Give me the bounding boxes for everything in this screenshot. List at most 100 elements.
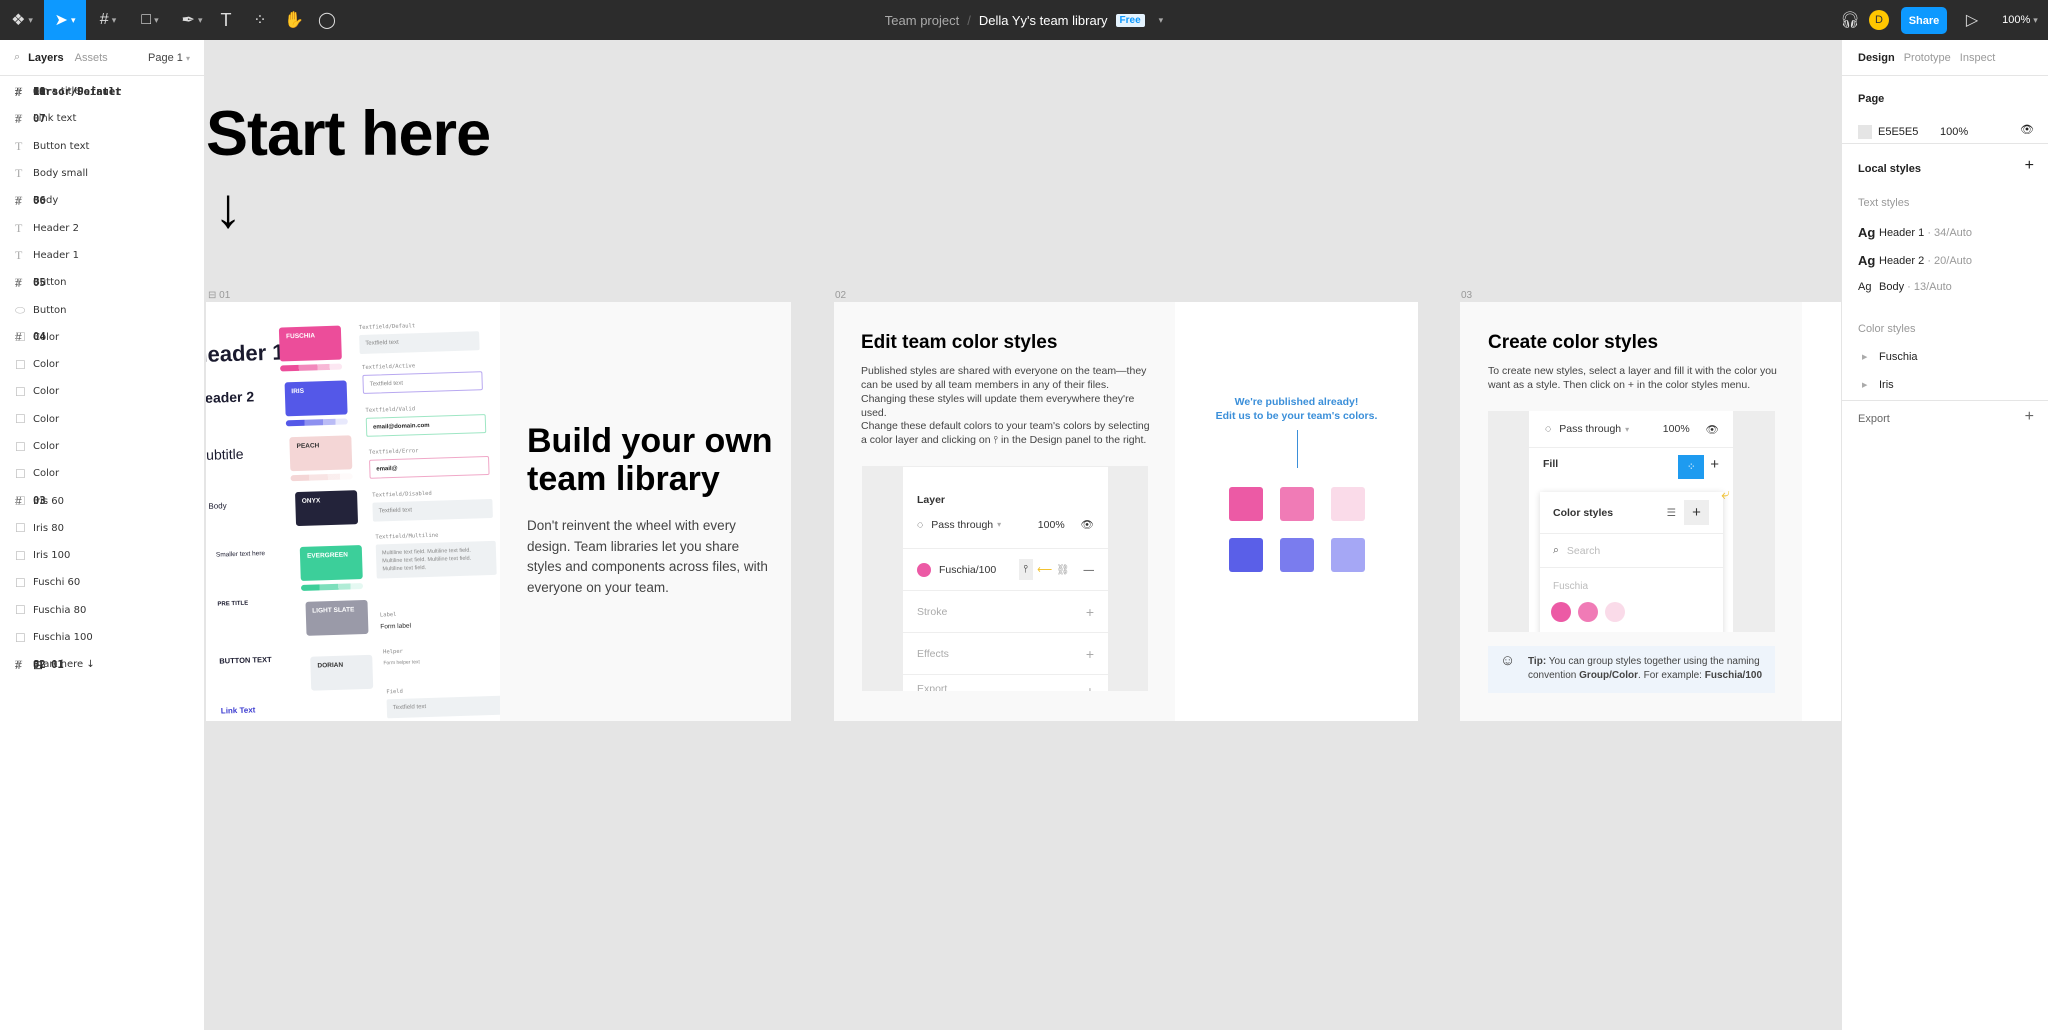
layer-row[interactable]: T Body small bbox=[0, 160, 204, 187]
layer-name: Color bbox=[33, 413, 60, 425]
layer-row[interactable]: ☐ Color bbox=[0, 460, 204, 487]
page-name: Page 1 bbox=[148, 51, 183, 64]
arrow-pointer-icon: ⤶ bbox=[1721, 486, 1730, 503]
frame3-instructions: Create color styles To create new styles… bbox=[1460, 302, 1802, 721]
frame-01[interactable]: Header 1 Header 2 Subtitle Body Smaller text… bbox=[206, 302, 791, 721]
layer-row[interactable]: ☐ Color bbox=[0, 433, 204, 460]
tab-assets[interactable]: Assets bbox=[75, 52, 108, 64]
color-style-group[interactable]: ▶ Iris bbox=[1858, 379, 1894, 391]
layer-row[interactable]: T Start here ↓ bbox=[0, 651, 204, 678]
text-icon: T bbox=[15, 657, 23, 672]
color-card-name: ONYX bbox=[301, 497, 321, 505]
layer-row[interactable]: ☐ Fuschia 100 bbox=[0, 624, 204, 651]
search-icon[interactable]: ⌕ bbox=[14, 51, 20, 64]
layer-row[interactable]: ☐ Color bbox=[0, 351, 204, 378]
layer-name: Button text bbox=[33, 140, 90, 152]
field-value: email@ bbox=[376, 465, 398, 473]
color-swatch[interactable] bbox=[1280, 487, 1314, 521]
frame-label[interactable]: 02 bbox=[835, 290, 846, 301]
type-sample: Link Text bbox=[220, 705, 256, 716]
layer-name: Header 1 bbox=[33, 249, 79, 261]
add-export-button[interactable]: + bbox=[2025, 408, 2034, 426]
text-style-item[interactable]: Ag Header 1 · 34/Auto bbox=[1858, 225, 1972, 240]
eye-icon: 👁︎ bbox=[1080, 519, 1094, 531]
frame-label[interactable]: 03 bbox=[1461, 290, 1472, 301]
text-style-item[interactable]: Ag Body · 13/Auto bbox=[1858, 281, 1952, 293]
page-section-title: Page bbox=[1858, 93, 1885, 105]
arrow-down-icon[interactable]: ↓ bbox=[214, 180, 242, 236]
layer-row[interactable]: ☐ Color bbox=[0, 324, 204, 351]
share-button[interactable]: Share bbox=[1901, 7, 1947, 34]
layer-row[interactable]: ☐ Color bbox=[0, 378, 204, 405]
color-swatch[interactable] bbox=[1331, 538, 1365, 572]
layer-row[interactable]: ☐ Fuschia 80 bbox=[0, 597, 204, 624]
color-card-name: EVERGREEN bbox=[306, 551, 348, 560]
textfield: Textfield text bbox=[372, 498, 493, 522]
file-menu-chevron-icon[interactable]: ▾ bbox=[1159, 15, 1164, 26]
layer-row[interactable]: ☐ Iris 60 bbox=[0, 487, 204, 514]
frame-03[interactable]: Create color styles To create new styles… bbox=[1460, 302, 1841, 721]
eye-icon[interactable]: 👁︎ bbox=[2020, 123, 2034, 136]
color-swatch[interactable] bbox=[1229, 487, 1263, 521]
tab-layers[interactable]: Layers bbox=[28, 52, 63, 64]
color-swatch[interactable] bbox=[1280, 538, 1314, 572]
color-tint-bar bbox=[300, 583, 364, 591]
frame-02[interactable]: Edit team color styles Published styles … bbox=[834, 302, 1418, 721]
add-style-button[interactable]: + bbox=[2025, 157, 2034, 175]
ellipse-icon: ⬭ bbox=[15, 302, 26, 317]
callout-line: Edit us to be your team's colors. bbox=[1215, 410, 1378, 422]
layer-name: Iris 80 bbox=[33, 522, 64, 534]
layer-row[interactable]: ☐ Color bbox=[0, 406, 204, 433]
tip-box: ☺ Tip: You can group styles together usi… bbox=[1488, 646, 1775, 693]
page-color-value[interactable]: E5E5E5 bbox=[1878, 126, 1918, 138]
layer-row[interactable]: T Header 2 bbox=[0, 214, 204, 241]
text-style-item[interactable]: Ag Header 2 · 20/Auto bbox=[1858, 253, 1972, 268]
color-card: FUSCHIA bbox=[278, 325, 342, 362]
file-name[interactable]: Della Yy's team library bbox=[979, 13, 1108, 28]
list-view-icon: ☰ bbox=[1666, 506, 1676, 519]
layer-row[interactable]: ☐ Fuschi 60 bbox=[0, 569, 204, 596]
field-label: Label bbox=[379, 611, 397, 619]
eye-icon: 👁︎ bbox=[1705, 423, 1719, 436]
page-dropdown[interactable]: Page 1 ▾ bbox=[148, 52, 190, 64]
layer-name: Color bbox=[33, 331, 60, 343]
frame-label[interactable]: ⊟ 01 bbox=[208, 290, 230, 301]
page-opacity-value[interactable]: 100% bbox=[1940, 126, 1968, 138]
layer-row[interactable]: T I'm a title bbox=[0, 78, 204, 105]
properties-panel: Design Prototype Inspect Page E5E5E5 100… bbox=[1841, 40, 2048, 1030]
style-dot bbox=[1605, 602, 1625, 622]
avatar[interactable]: D bbox=[1869, 10, 1889, 30]
start-here-title[interactable]: Start here bbox=[206, 98, 491, 170]
layer-name: Header 2 bbox=[33, 222, 79, 234]
layer-row[interactable]: T Button bbox=[0, 269, 204, 296]
layer-row[interactable]: ⬭ Button bbox=[0, 296, 204, 323]
field-label: Textfield/Error bbox=[368, 448, 419, 456]
project-name[interactable]: Team project bbox=[885, 13, 959, 28]
type-sample: Header 2 bbox=[206, 388, 255, 407]
field-value: Textfield text bbox=[378, 507, 413, 515]
layer-row[interactable]: ☐ Iris 80 bbox=[0, 515, 204, 542]
smiley-icon: ☺ bbox=[1500, 652, 1516, 669]
layer-name: Start here ↓ bbox=[33, 659, 95, 671]
layer-row[interactable]: T Body bbox=[0, 187, 204, 214]
layer-name: Color bbox=[33, 359, 60, 371]
tab-design[interactable]: Design bbox=[1858, 52, 1895, 64]
layer-row[interactable]: ☐ Iris 100 bbox=[0, 542, 204, 569]
audio-button[interactable]: 🎧︎ bbox=[1838, 0, 1862, 40]
design-panel-mock: Layer ◌ Pass through ▾ 100% 👁︎ Fuschia/100 ⫯ ⟵… bbox=[862, 466, 1148, 691]
layers-panel: ⌕ Layers Assets Page 1 ▾ #11🔒︎#10🔒︎#09🔒︎… bbox=[0, 40, 205, 1030]
layer-row[interactable]: T Header 1 bbox=[0, 242, 204, 269]
field-label: Textfield/Valid bbox=[365, 406, 416, 414]
present-button[interactable]: ▷ bbox=[1960, 0, 1984, 40]
color-style-group[interactable]: ▶ Fuschia bbox=[1858, 351, 1918, 363]
tab-prototype[interactable]: Prototype bbox=[1904, 52, 1951, 64]
color-swatch[interactable] bbox=[1331, 487, 1365, 521]
layer-row[interactable]: T Link text bbox=[0, 105, 204, 132]
page-color-swatch[interactable] bbox=[1858, 125, 1872, 139]
zoom-dropdown[interactable]: 100% ▾ bbox=[1996, 0, 2044, 40]
tab-inspect[interactable]: Inspect bbox=[1960, 52, 1995, 64]
fill-panel-mock: ◌ Pass through ▾ 100% 👁︎ Fill ⁘ + Color styles… bbox=[1488, 411, 1775, 632]
type-sample: Body bbox=[208, 501, 227, 511]
color-swatch[interactable] bbox=[1229, 538, 1263, 572]
layer-row[interactable]: T Button text bbox=[0, 133, 204, 160]
